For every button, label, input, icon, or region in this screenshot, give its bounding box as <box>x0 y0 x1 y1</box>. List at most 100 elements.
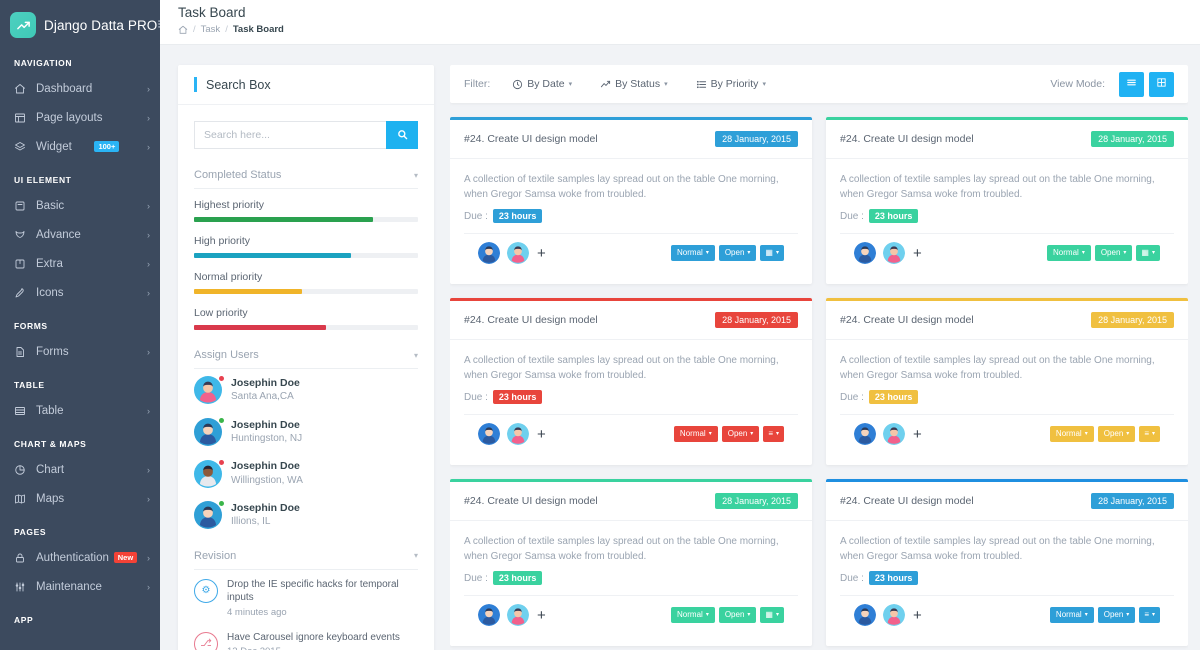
priority-dropdown-button[interactable]: Normal ▾ <box>1049 426 1094 442</box>
assign-users-toggle[interactable]: Assign Users ▾ <box>194 343 418 369</box>
completed-status-toggle[interactable]: Completed Status ▾ <box>194 163 418 189</box>
brand[interactable]: Django Datta PRO <box>0 6 160 44</box>
task-card-title: #24. Create UI design model <box>840 495 974 507</box>
task-card[interactable]: #24. Create UI design model 28 January, … <box>450 298 812 465</box>
revision-toggle[interactable]: Revision ▾ <box>194 544 418 570</box>
assignee-avatar[interactable] <box>854 242 876 264</box>
sidebar-item-dashboard[interactable]: Dashboard › <box>0 74 160 103</box>
assignee-avatar[interactable] <box>507 604 529 626</box>
assign-user-row[interactable]: Josephin Doe Huntingston, NJ <box>194 411 418 453</box>
sidebar-item-icons[interactable]: Icons › <box>0 278 160 307</box>
task-menu-button[interactable]: ▦ ▾ <box>760 607 784 623</box>
task-actions: Normal ▾ Open ▾ ▦ ▾ <box>667 245 784 261</box>
task-menu-button[interactable]: ≡ ▾ <box>763 426 784 442</box>
revision-row[interactable]: ⎇ Have Carousel ignore keyboard events 1… <box>194 623 418 650</box>
sidebar-item-page-layouts[interactable]: Page layouts › <box>0 103 160 132</box>
sidebar-item-widget[interactable]: Widget 100+ › <box>0 132 160 161</box>
task-assignees: + <box>478 604 546 626</box>
add-assignee-button[interactable]: + <box>537 427 546 442</box>
search-input[interactable] <box>194 121 386 149</box>
assign-user-row[interactable]: Josephin Doe Illions, IL <box>194 494 418 536</box>
sidebar-item-basic[interactable]: Basic › <box>0 191 160 220</box>
filter-by-priority[interactable]: By Priority ▾ <box>696 78 766 90</box>
breadcrumb-item-task[interactable]: Task <box>201 24 221 35</box>
task-card[interactable]: #24. Create UI design model 28 January, … <box>450 117 812 284</box>
status-dropdown-button[interactable]: Open ▾ <box>1097 607 1136 623</box>
add-assignee-button[interactable]: + <box>537 246 546 261</box>
user-info: Josephin Doe Willingstion, WA <box>231 459 303 488</box>
task-due-badge: 23 hours <box>492 390 543 404</box>
priority-dropdown-button[interactable]: Normal ▾ <box>673 426 718 442</box>
list-view-button[interactable] <box>1119 71 1144 97</box>
sidebar-item-extra[interactable]: Extra › <box>0 249 160 278</box>
sidebar-item-chart[interactable]: Chart › <box>0 455 160 484</box>
add-assignee-button[interactable]: + <box>913 427 922 442</box>
task-board: Filter: By Date ▾ By Status ▾ By Priorit… <box>450 65 1188 650</box>
priority-dropdown-button[interactable]: Normal ▾ <box>671 245 715 261</box>
user-location: Huntingston, NJ <box>231 432 303 444</box>
filter-by-status[interactable]: By Status ▾ <box>600 78 668 90</box>
search-icon <box>397 128 408 143</box>
task-card[interactable]: #24. Create UI design model 28 January, … <box>826 298 1188 465</box>
search-button[interactable] <box>386 121 418 149</box>
chevron-down-icon: ▾ <box>775 612 779 618</box>
grid-view-button[interactable] <box>1149 71 1174 97</box>
sidebar-item-maps[interactable]: Maps › <box>0 484 160 513</box>
priority-dropdown-label: Normal <box>679 429 706 438</box>
assignee-avatar[interactable] <box>883 242 905 264</box>
status-dot <box>219 376 224 382</box>
revision-row[interactable]: ⚙ Drop the IE specific hacks for tempora… <box>194 570 418 623</box>
assignee-avatar[interactable] <box>478 242 500 264</box>
status-dropdown-button[interactable]: Open ▾ <box>718 245 757 261</box>
sidebar-item-table[interactable]: Table › <box>0 396 160 425</box>
assign-user-row[interactable]: Josephin Doe Santa Ana,CA <box>194 369 418 411</box>
task-menu-button[interactable]: ▦ ▾ <box>1136 245 1160 261</box>
sidebar-item-authentication[interactable]: Authentication New › <box>0 543 160 572</box>
chevron-down-icon: ▾ <box>1151 431 1155 437</box>
sidebar-item-label: Authentication <box>36 551 109 564</box>
sidebar-item-maintenance[interactable]: Maintenance › <box>0 572 160 601</box>
status-dropdown-button[interactable]: Open ▾ <box>721 426 760 442</box>
status-dropdown-button[interactable]: Open ▾ <box>1094 245 1133 261</box>
status-dot <box>219 501 224 507</box>
sidebar-item-advance[interactable]: Advance › <box>0 220 160 249</box>
priority-dropdown-button[interactable]: Normal ▾ <box>1047 245 1091 261</box>
user-info: Josephin Doe Illions, IL <box>231 501 300 530</box>
task-menu-button[interactable]: ≡ ▾ <box>1139 607 1160 623</box>
sidebar-item-label: Dashboard <box>36 82 93 95</box>
assignee-avatar[interactable] <box>854 604 876 626</box>
menu-toggle-icon[interactable] <box>157 17 160 33</box>
task-card[interactable]: #24. Create UI design model 28 January, … <box>450 479 812 646</box>
add-assignee-button[interactable]: + <box>537 608 546 623</box>
assignee-avatar[interactable] <box>883 604 905 626</box>
sidebar-item-label: Forms <box>36 345 69 358</box>
task-menu-button[interactable]: ≡ ▾ <box>1139 426 1160 442</box>
revision-list: ⚙ Drop the IE specific hacks for tempora… <box>194 570 418 650</box>
task-assignees: + <box>478 423 546 445</box>
assignee-avatar[interactable] <box>854 423 876 445</box>
status-dropdown-label: Open <box>1103 429 1124 438</box>
assignee-avatar[interactable] <box>507 242 529 264</box>
add-assignee-button[interactable]: + <box>913 608 922 623</box>
task-card[interactable]: #24. Create UI design model 28 January, … <box>826 117 1188 284</box>
add-assignee-button[interactable]: + <box>913 246 922 261</box>
task-menu-button[interactable]: ▦ ▾ <box>760 245 784 261</box>
feather-icon <box>14 229 30 241</box>
sidebar-item-forms[interactable]: Forms › <box>0 337 160 366</box>
priority-dropdown-button[interactable]: Normal ▾ <box>1049 607 1094 623</box>
assignee-avatar[interactable] <box>478 423 500 445</box>
priority-dropdown-button[interactable]: Normal ▾ <box>671 607 715 623</box>
assignee-avatar[interactable] <box>478 604 500 626</box>
filter-by-date[interactable]: By Date ▾ <box>512 78 572 90</box>
assignee-avatar[interactable] <box>883 423 905 445</box>
breadcrumb-separator-1: / <box>193 24 196 35</box>
assignee-avatar[interactable] <box>507 423 529 445</box>
home-icon[interactable] <box>178 25 188 35</box>
pie-chart-icon <box>14 464 30 476</box>
task-card-body: A collection of textile samples lay spre… <box>826 340 1188 465</box>
assign-user-row[interactable]: Josephin Doe Willingstion, WA <box>194 452 418 494</box>
chevron-down-icon: ▾ <box>664 81 668 88</box>
task-card[interactable]: #24. Create UI design model 28 January, … <box>826 479 1188 646</box>
status-dropdown-button[interactable]: Open ▾ <box>1097 426 1136 442</box>
status-dropdown-button[interactable]: Open ▾ <box>718 607 757 623</box>
